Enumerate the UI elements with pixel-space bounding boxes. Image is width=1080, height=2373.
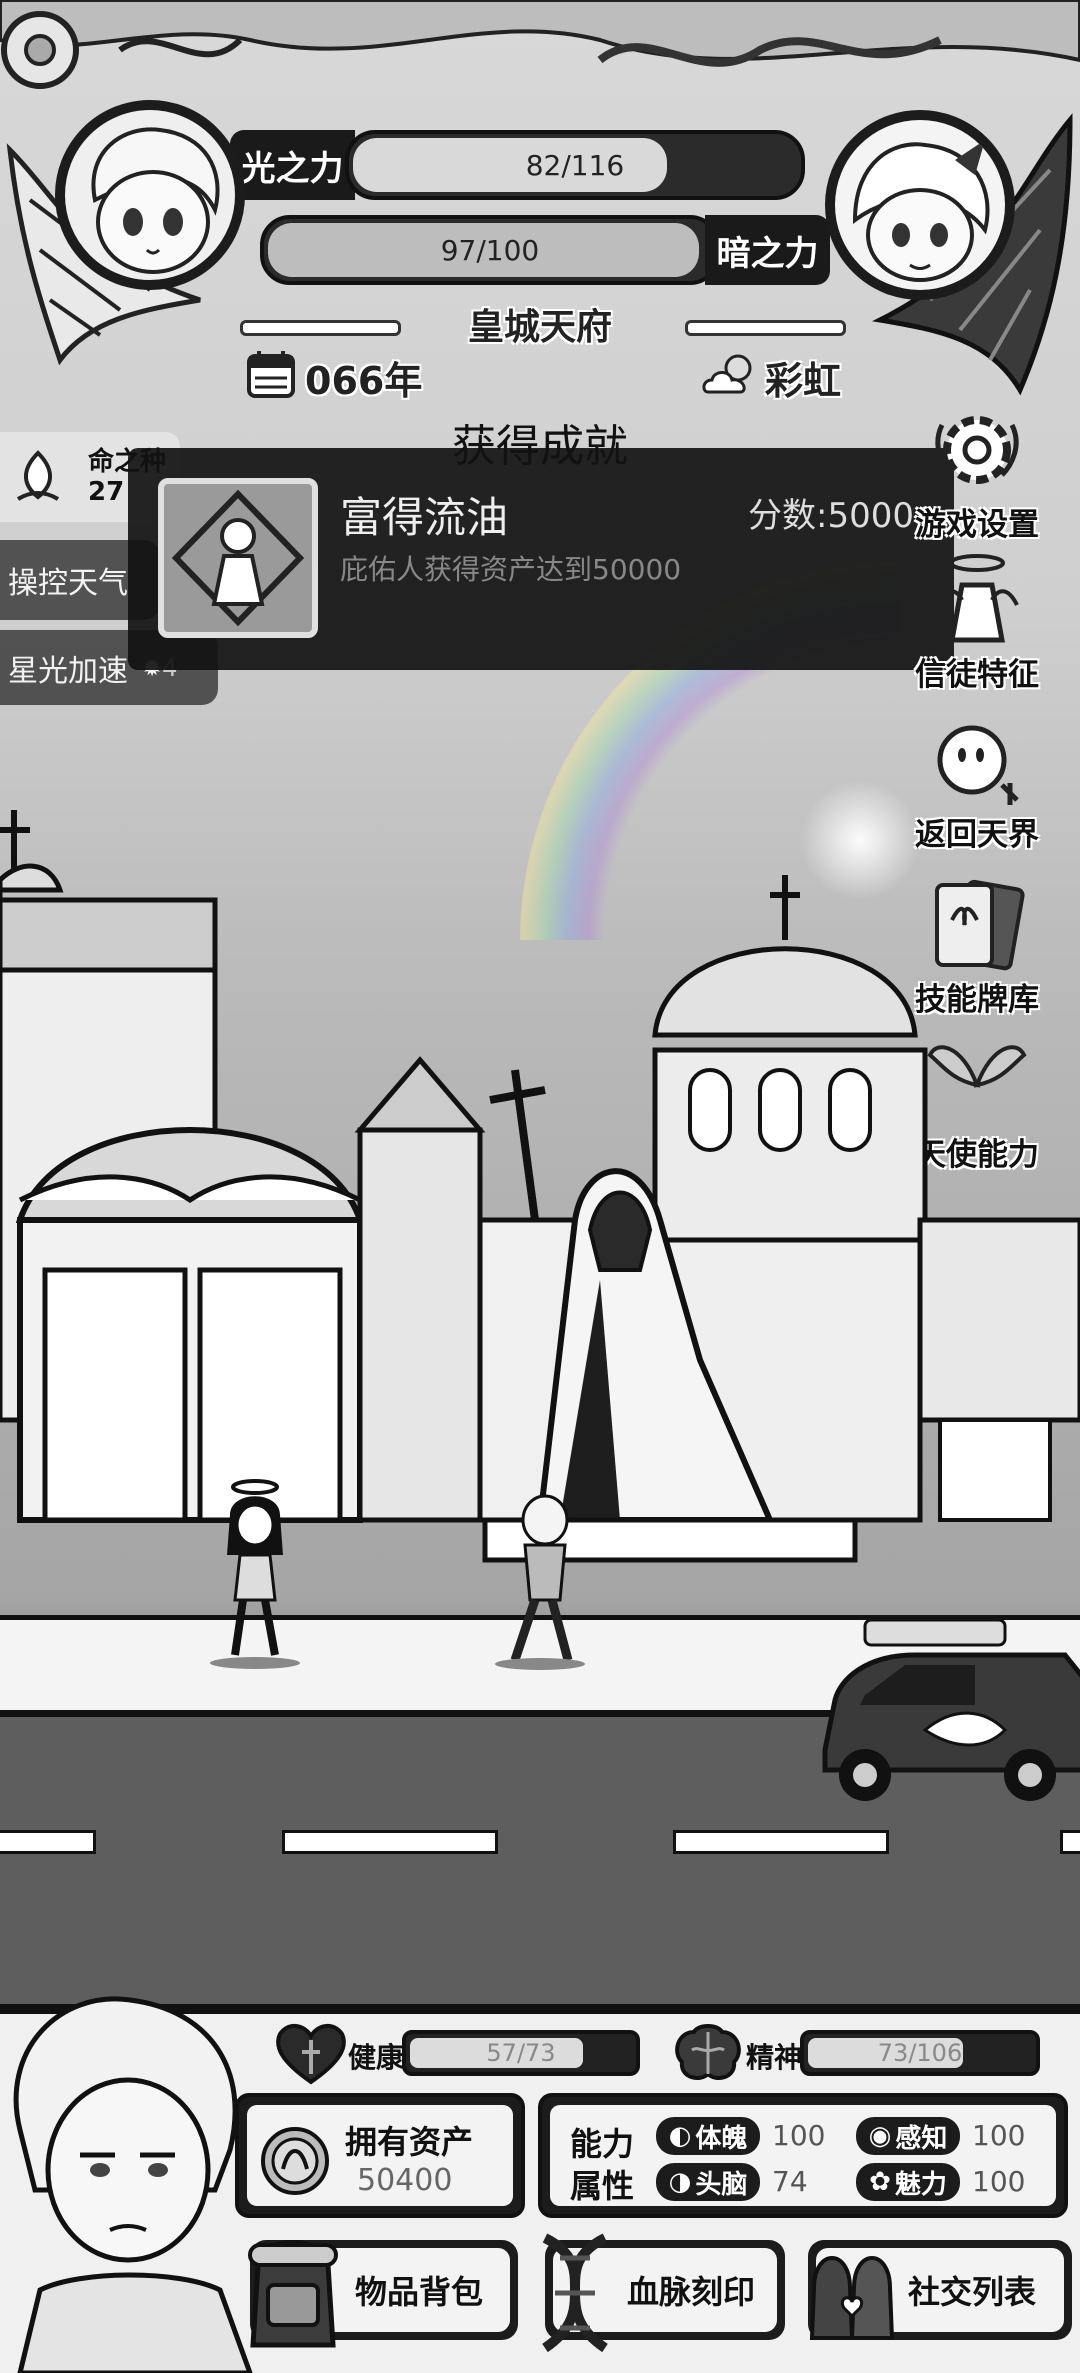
believer-traits-label: 信徒特征 [915,657,1039,693]
stat-intellect-label: ◑ 头脑 [656,2163,760,2201]
dark-power-value: 97/100 [440,233,540,267]
weather-cloud-sun-icon [702,354,752,394]
mind-icon: ◑ [668,2167,692,2197]
bloodline-label: 血脉刻印 [627,2273,756,2311]
seed-icon [16,450,60,501]
spirit-bar: 73/106 [800,2030,1040,2076]
assets-value: 50400 [357,2163,453,2198]
brain-icon [675,2024,741,2080]
achievement-badge [158,478,318,638]
health-bar: 57/73 [402,2030,640,2076]
location-name: 皇城天府 [467,307,612,348]
stat-perception-label: ◉ 感知 [856,2117,960,2155]
stat-charm-value: 100 [972,2165,1026,2198]
game-settings-button[interactable]: 游戏设置 [902,395,1052,545]
dark-god-portrait[interactable] [825,110,1015,300]
walking-man-npc[interactable] [490,1490,590,1670]
attributes-panel[interactable]: 能力 属性 ◐ 体魄 100 ◉ 感知 100 ◑ 头脑 74 ✿ 魅力 100 [538,2093,1068,2218]
light-power-label: 光之力 [230,130,355,200]
health-label: 健康 [348,2041,405,2074]
lane-marking [282,1830,498,1854]
calendar-icon [247,351,295,398]
believer-traits-button[interactable]: 信徒特征 [902,545,1052,695]
believer-icon [935,554,1019,643]
light-god-face [91,127,220,274]
car[interactable] [805,1620,1080,1815]
achievement-description: 庇佑人获得资产达到50000 [340,553,682,586]
social-list-label: 社交列表 [908,2273,1037,2311]
achievement-score: 分数:5000 [748,496,914,536]
dna-icon [542,2233,608,2353]
lane-marking [673,1830,889,1854]
eye-icon: ◉ [868,2121,892,2151]
lane-marking [0,1830,96,1854]
location-divider-right [685,320,846,336]
backpack-icon [248,2240,338,2348]
spirit-value: 73/106 [877,2039,963,2067]
stat-physique-value: 100 [772,2119,826,2152]
stat-intellect-value: 74 [772,2165,808,2198]
assets-panel[interactable]: 拥有资产 50400 [235,2093,525,2218]
year-text: 066年 [305,359,423,403]
halo-girl-npc[interactable] [205,1475,305,1670]
location-divider-left [240,320,401,336]
dark-power-bar: 97/100 [260,215,720,285]
light-power-value: 82/116 [525,148,625,182]
lane-marking [1060,1830,1080,1854]
protected-person-portrait[interactable] [0,1990,260,2373]
inventory-label: 物品背包 [355,2273,484,2311]
achievement-title: 富得流油 [340,493,509,542]
rich-figure-icon [171,489,305,627]
light-power-bar: 82/116 [345,130,805,200]
stat-physique-label: ◐ 体魄 [656,2117,760,2155]
skill-starlight-boost-label: 星光加速 [8,653,128,689]
heart-icon [276,2024,346,2085]
skill-weather-control-label: 操控天气 [8,566,128,601]
coin-icon [261,2127,329,2195]
friends-icon [809,2256,895,2340]
gear-icon [935,416,1019,484]
light-god-portrait[interactable] [55,100,245,290]
health-value: 57/73 [486,2039,556,2067]
spirit-label: 精神 [746,2041,803,2074]
flower-icon: ✿ [869,2167,891,2197]
assets-label: 拥有资产 [345,2123,474,2161]
heaven-icon [937,725,1019,805]
stat-charm-label: ✿ 魅力 [856,2163,960,2201]
attributes-label-1: 能力 [570,2125,635,2163]
game-scene: 光之力 82/116 97/100 暗之力 皇城天府 066年 彩虹 命之种 2… [0,0,1080,2373]
weather-text: 彩虹 [765,359,842,403]
game-settings-label: 游戏设置 [915,507,1039,543]
stat-perception-value: 100 [972,2119,1026,2152]
achievement-popup[interactable]: 富得流油 分数:5000 庇佑人获得资产达到50000 [128,448,954,670]
attributes-label-2: 属性 [570,2167,635,2205]
dark-power-label: 暗之力 [705,215,830,285]
dark-god-face [852,140,990,282]
muscle-icon: ◐ [668,2121,692,2151]
